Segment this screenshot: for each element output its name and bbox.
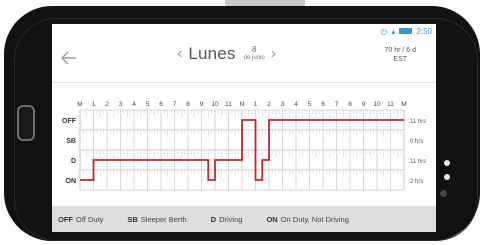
hour-label: 6 — [321, 101, 325, 108]
hour-label: 2 — [105, 101, 109, 108]
alarm-icon: ◷ — [380, 26, 388, 36]
battery-icon — [399, 28, 413, 34]
day-title: Lunes — [188, 44, 236, 63]
legend-item-off: OFF Off Duty — [58, 214, 104, 224]
row-total: 2 hrs — [410, 179, 423, 185]
row-total: 11 hrs — [410, 159, 426, 165]
legend-bar: OFF Off Duty SB Sleeper Berth D Driving … — [52, 206, 436, 232]
hour-label: 9 — [200, 101, 204, 108]
status-time: 2:50 — [416, 26, 432, 36]
row-label-on: ON — [66, 178, 77, 185]
hour-label: 2 — [267, 101, 271, 108]
hour-label: 5 — [308, 101, 312, 108]
row-label-d: D — [71, 158, 76, 165]
date-month: de junio — [243, 55, 265, 61]
hour-label: N — [240, 101, 245, 108]
legend-item-on: ON On Duty, Not Driving — [266, 214, 349, 224]
row-label-off: OFF — [62, 118, 77, 125]
hour-label: 7 — [335, 101, 339, 108]
row-total: 0 hrs — [410, 139, 423, 145]
hour-label: 3 — [281, 101, 285, 108]
cycle-info: 70 hr / 6 d EST — [384, 46, 416, 64]
date-block: 8 de junio — [244, 45, 265, 63]
hour-label: 4 — [294, 101, 298, 108]
back-arrow-glyph — [61, 51, 76, 65]
hour-label: 10 — [211, 101, 219, 108]
prev-day-chevron-icon[interactable]: ‹ — [177, 44, 182, 64]
hour-label: 8 — [348, 101, 352, 108]
hour-label: 9 — [362, 101, 366, 108]
hour-label: 1 — [92, 101, 96, 108]
hour-label: 11 — [225, 101, 232, 108]
row-label-sb: SB — [66, 138, 76, 145]
hour-label: M — [77, 101, 82, 108]
hour-label: 5 — [146, 101, 150, 108]
cycle-rule: 70 hr / 6 d — [384, 47, 416, 54]
hour-label: 6 — [159, 101, 163, 108]
hour-label: M — [401, 101, 406, 108]
status-bar: ◷ ▴ 2:50 — [52, 24, 436, 38]
hour-label: 8 — [186, 101, 190, 108]
stage: ◷ ▴ 2:50 ‹ Lunes 8 de junio › 70 hr / 6 … — [0, 0, 484, 245]
speaker-dot-icon — [444, 174, 450, 180]
hour-label: 11 — [387, 101, 394, 108]
home-button[interactable] — [17, 105, 35, 141]
back-arrow-icon[interactable] — [60, 49, 80, 69]
row-total: 11 hrs — [410, 119, 426, 125]
hour-label: 10 — [373, 101, 381, 108]
signal-icon: ▴ — [391, 26, 396, 36]
legend-item-sb: SB Sleeper Berth — [127, 214, 187, 224]
hour-label: 7 — [173, 101, 177, 108]
duty-status-log-chart: M 1 2 3 4 5 6 7 8 9 10 11 N 1 2 3 4 5 6 7 8 9 10 11 M OFF 11 hrs SB… — [62, 101, 426, 191]
timezone: EST — [393, 56, 408, 63]
camera-icon — [440, 190, 447, 197]
next-day-chevron-icon[interactable]: › — [271, 44, 276, 64]
header: ‹ Lunes 8 de junio › 70 hr / 6 d EST — [52, 38, 436, 83]
legend-item-d: D Driving — [210, 214, 243, 224]
hour-label: 3 — [119, 101, 123, 108]
date-day: 8 — [251, 45, 257, 54]
phone-screen: ◷ ▴ 2:50 ‹ Lunes 8 de junio › 70 hr / 6 … — [52, 24, 436, 232]
hour-label: 1 — [254, 101, 258, 108]
speaker-dot-icon — [444, 160, 450, 166]
day-navigator: ‹ Lunes 8 de junio › — [177, 44, 276, 64]
hour-label: 4 — [132, 101, 136, 108]
